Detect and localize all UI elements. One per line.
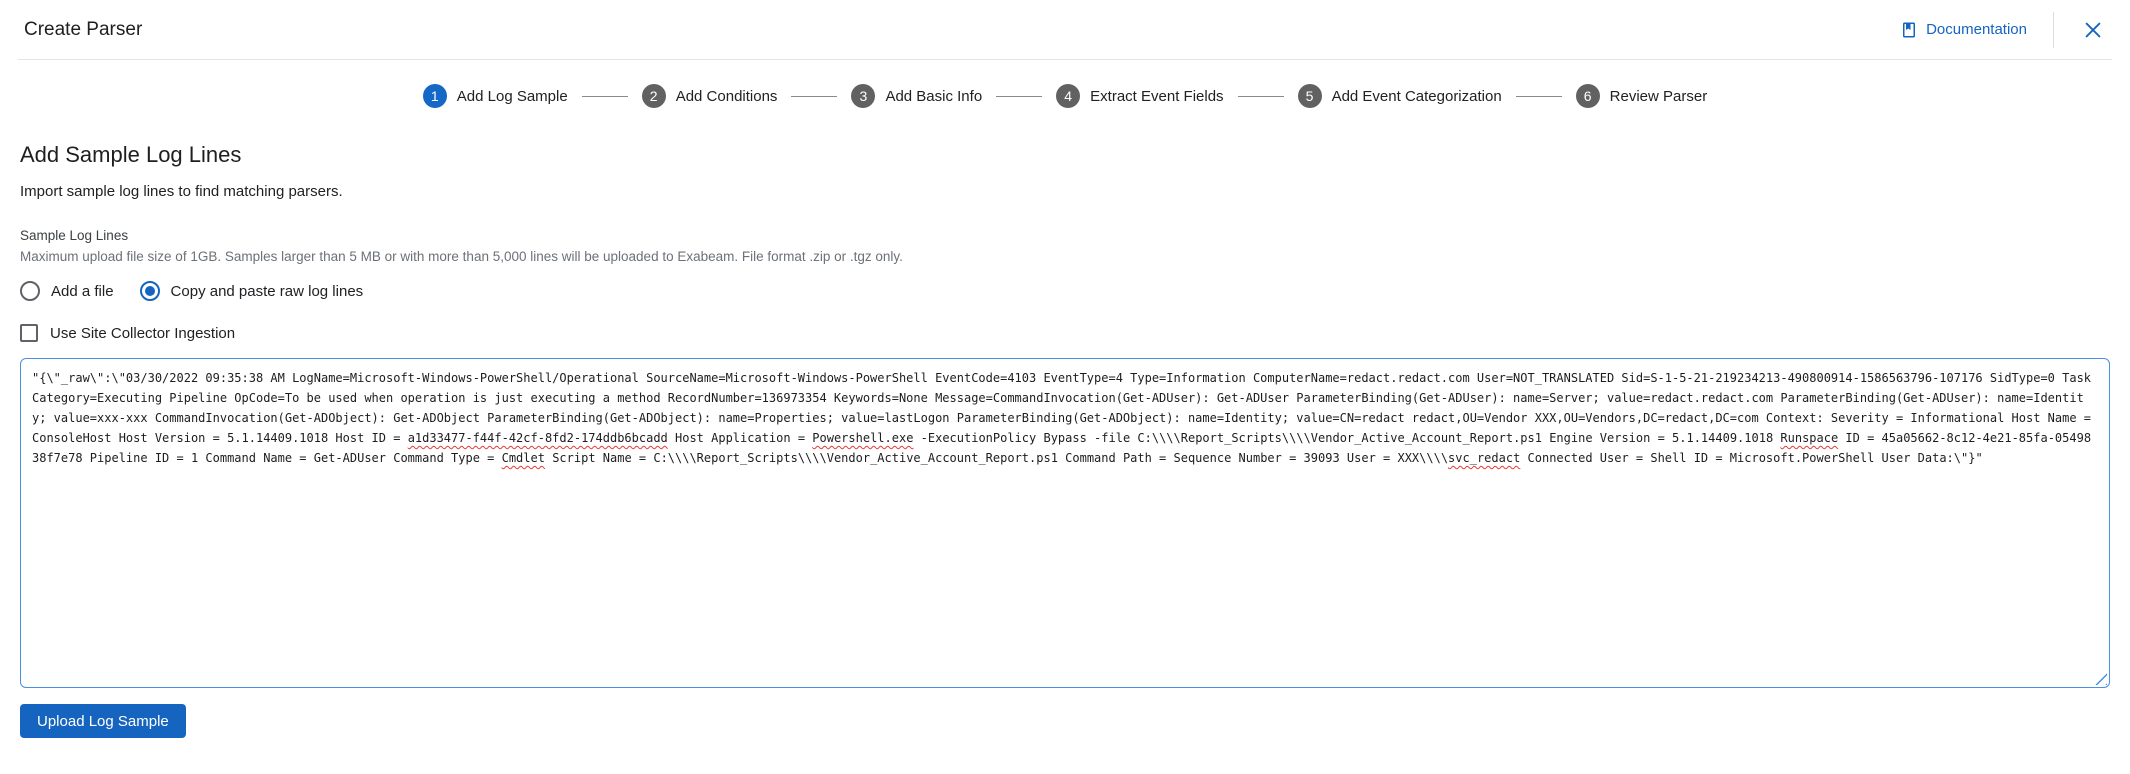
site-collector-checkbox[interactable] [20, 324, 38, 342]
radio-copy-and-paste[interactable]: Copy and paste raw log lines [140, 281, 364, 301]
documentation-link[interactable]: Documentation [1900, 21, 2027, 39]
upload-size-hint: Maximum upload file size of 1GB. Samples… [20, 249, 2110, 264]
step-review-parser[interactable]: 6 Review Parser [1576, 84, 1708, 108]
documentation-book-icon [1900, 21, 1918, 39]
radio-label: Add a file [51, 283, 114, 300]
step-label: Add Conditions [676, 88, 778, 105]
step-connector [791, 96, 837, 97]
step-label: Review Parser [1610, 88, 1708, 105]
step-label: Add Basic Info [885, 88, 982, 105]
site-collector-label: Use Site Collector Ingestion [50, 325, 235, 342]
step-connector [582, 96, 628, 97]
documentation-label: Documentation [1926, 21, 2027, 38]
dialog-header: Create Parser Documentation [18, 0, 2112, 60]
step-number: 2 [642, 84, 666, 108]
step-number: 6 [1576, 84, 1600, 108]
main-content: Add Sample Log Lines Import sample log l… [0, 142, 2130, 738]
step-number: 4 [1056, 84, 1080, 108]
step-label: Extract Event Fields [1090, 88, 1223, 105]
ingest-method-radio-group: Add a file Copy and paste raw log lines [20, 281, 2110, 301]
step-add-log-sample[interactable]: 1 Add Log Sample [423, 84, 568, 108]
textarea-resize-handle[interactable] [2094, 672, 2107, 685]
step-label: Add Event Categorization [1332, 88, 1502, 105]
radio-label: Copy and paste raw log lines [171, 283, 364, 300]
step-number: 1 [423, 84, 447, 108]
step-add-event-categorization[interactable]: 5 Add Event Categorization [1298, 84, 1502, 108]
upload-log-sample-button[interactable]: Upload Log Sample [20, 704, 186, 738]
section-description: Import sample log lines to find matching… [20, 183, 2110, 200]
step-connector [996, 96, 1042, 97]
radio-circle-selected [140, 281, 160, 301]
radio-circle-unselected [20, 281, 40, 301]
radio-add-a-file[interactable]: Add a file [20, 281, 114, 301]
step-add-conditions[interactable]: 2 Add Conditions [642, 84, 778, 108]
step-add-basic-info[interactable]: 3 Add Basic Info [851, 84, 982, 108]
close-icon[interactable] [2080, 17, 2106, 43]
step-connector [1238, 96, 1284, 97]
page-title: Create Parser [24, 19, 142, 41]
step-label: Add Log Sample [457, 88, 568, 105]
sample-log-lines-label: Sample Log Lines [20, 228, 2110, 243]
log-sample-textarea[interactable]: "{\"_raw\":\"03/30/2022 09:35:38 AM LogN… [20, 358, 2110, 688]
step-number: 5 [1298, 84, 1322, 108]
step-number: 3 [851, 84, 875, 108]
site-collector-checkbox-row[interactable]: Use Site Collector Ingestion [20, 324, 2110, 342]
section-heading: Add Sample Log Lines [20, 142, 2110, 168]
log-sample-input: "{\"_raw\":\"03/30/2022 09:35:38 AM LogN… [32, 368, 2098, 468]
stepper: 1 Add Log Sample 2 Add Conditions 3 Add Basic… [0, 84, 2130, 108]
header-actions: Documentation [1900, 12, 2106, 48]
step-extract-event-fields[interactable]: 4 Extract Event Fields [1056, 84, 1223, 108]
header-divider [2053, 12, 2054, 48]
step-connector [1516, 96, 1562, 97]
